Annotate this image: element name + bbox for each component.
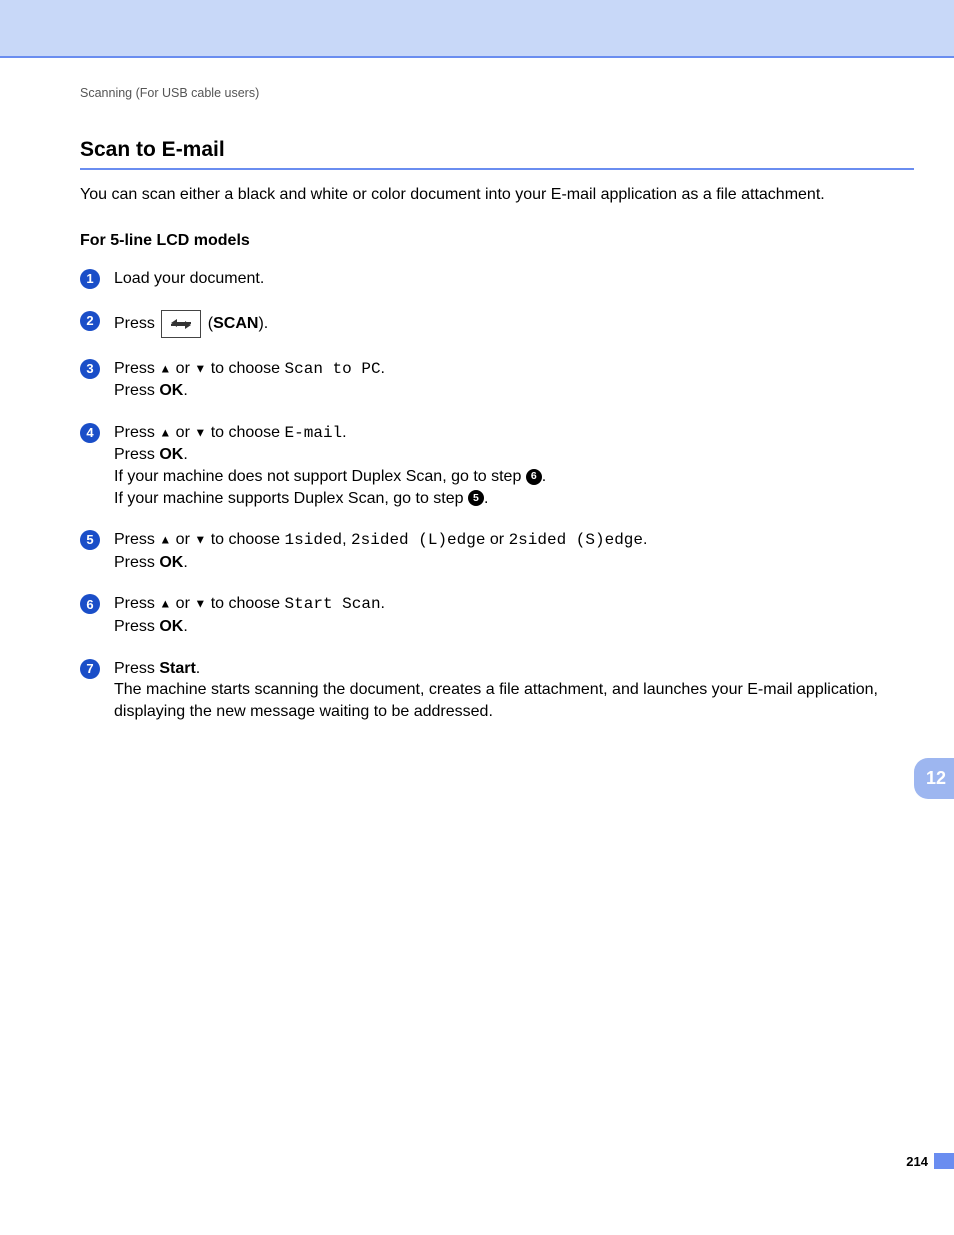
step-1: 1 Load your document.	[80, 268, 914, 290]
press-label: Press	[114, 595, 159, 612]
step-7: 7 Press Start. The machine starts scanni…	[80, 658, 914, 723]
step-badge: 6	[80, 594, 100, 614]
to-choose-label: to choose	[206, 531, 284, 548]
step-ref-icon: 6	[526, 469, 542, 485]
no-duplex-line: If your machine does not support Duplex …	[114, 468, 526, 485]
section-rule	[80, 168, 914, 170]
ok-label: OK	[159, 382, 183, 399]
or-label: or	[171, 360, 194, 377]
step-2: 2 Press (SCAN).	[80, 310, 914, 338]
up-arrow-icon: ▲	[159, 597, 171, 611]
step-badge: 2	[80, 311, 100, 331]
scan-label: SCAN	[213, 315, 258, 332]
step-text: Press ▲ or ▼ to choose E-mail. Press OK.…	[114, 422, 914, 509]
period: .	[643, 531, 647, 548]
down-arrow-icon: ▼	[194, 533, 206, 547]
ok-label: OK	[159, 618, 183, 635]
press-label: Press	[114, 360, 159, 377]
to-choose-label: to choose	[206, 360, 284, 377]
press-label: Press	[114, 424, 159, 441]
chapter-tab: 12	[914, 758, 954, 799]
step-text: Press (SCAN).	[114, 310, 914, 338]
period: .	[196, 660, 200, 677]
period: .	[183, 554, 187, 571]
period: .	[342, 424, 346, 441]
period: .	[183, 382, 187, 399]
ok-label: OK	[159, 554, 183, 571]
duplex-line: If your machine supports Duplex Scan, go…	[114, 490, 468, 507]
press-label: Press	[114, 554, 159, 571]
press-label: Press	[114, 618, 159, 635]
period: .	[183, 618, 187, 635]
step-text: Press ▲ or ▼ to choose Scan to PC. Press…	[114, 358, 914, 402]
to-choose-label: to choose	[206, 424, 284, 441]
period: .	[381, 360, 385, 377]
step-text: Press ▲ or ▼ to choose 1sided, 2sided (L…	[114, 529, 914, 573]
period: .	[183, 446, 187, 463]
step7-tail: The machine starts scanning the document…	[114, 681, 878, 720]
or-label: or	[171, 424, 194, 441]
step-badge: 4	[80, 423, 100, 443]
or-label: or	[171, 595, 194, 612]
menu-option: Scan to PC	[285, 360, 381, 378]
period: .	[542, 468, 546, 485]
step-text: Load your document.	[114, 268, 914, 290]
press-label: Press	[114, 382, 159, 399]
press-label: Press	[114, 315, 159, 332]
step-5: 5 Press ▲ or ▼ to choose 1sided, 2sided …	[80, 529, 914, 573]
down-arrow-icon: ▼	[194, 597, 206, 611]
period: .	[381, 595, 385, 612]
page-footer: 214	[906, 1153, 954, 1169]
menu-option: 2sided (L)edge	[351, 531, 485, 549]
sep: ,	[342, 531, 351, 548]
sep: or	[485, 531, 508, 548]
step-ref-icon: 5	[468, 490, 484, 506]
step-badge: 3	[80, 359, 100, 379]
menu-option: E-mail	[285, 424, 343, 442]
down-arrow-icon: ▼	[194, 425, 206, 439]
step-6: 6 Press ▲ or ▼ to choose Start Scan. Pre…	[80, 593, 914, 637]
step-text: Press Start. The machine starts scanning…	[114, 658, 914, 723]
menu-option: Start Scan	[285, 595, 381, 613]
subheading: For 5-line LCD models	[80, 232, 914, 250]
menu-option: 1sided	[285, 531, 343, 549]
section-title: Scan to E-mail	[80, 138, 914, 162]
step-4: 4 Press ▲ or ▼ to choose E-mail. Press O…	[80, 422, 914, 509]
breadcrumb: Scanning (For USB cable users)	[80, 86, 914, 100]
up-arrow-icon: ▲	[159, 533, 171, 547]
intro-text: You can scan either a black and white or…	[80, 186, 914, 204]
top-band	[0, 0, 954, 58]
step-badge: 1	[80, 269, 100, 289]
ok-label: OK	[159, 446, 183, 463]
step-text: Press ▲ or ▼ to choose Start Scan. Press…	[114, 593, 914, 637]
period: .	[484, 490, 488, 507]
page-number: 214	[906, 1154, 928, 1169]
press-label: Press	[114, 660, 159, 677]
page-body: Scanning (For USB cable users) Scan to E…	[0, 58, 954, 722]
paren-close: ).	[258, 315, 268, 332]
to-choose-label: to choose	[206, 595, 284, 612]
up-arrow-icon: ▲	[159, 361, 171, 375]
start-label: Start	[159, 660, 195, 677]
footer-marker	[934, 1153, 954, 1169]
menu-option: 2sided (S)edge	[509, 531, 643, 549]
scan-key-icon	[161, 310, 201, 338]
press-label: Press	[114, 446, 159, 463]
step-badge: 7	[80, 659, 100, 679]
step-3: 3 Press ▲ or ▼ to choose Scan to PC. Pre…	[80, 358, 914, 402]
down-arrow-icon: ▼	[194, 361, 206, 375]
press-label: Press	[114, 531, 159, 548]
step-badge: 5	[80, 530, 100, 550]
up-arrow-icon: ▲	[159, 425, 171, 439]
or-label: or	[171, 531, 194, 548]
